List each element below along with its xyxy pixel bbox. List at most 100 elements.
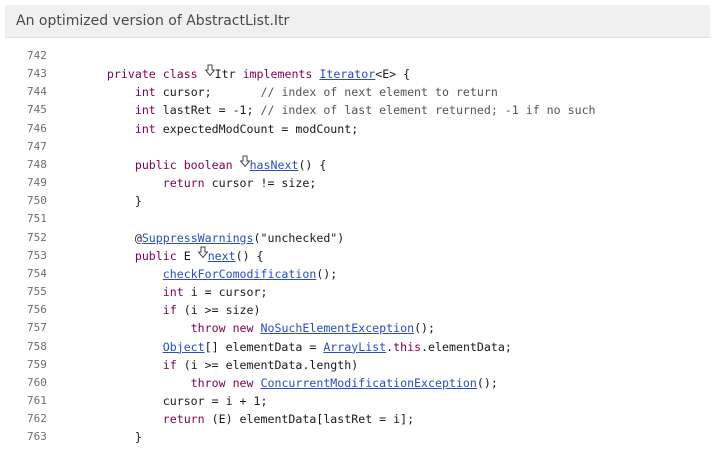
code-line: 759 if (i >= elementData.length) [5,356,710,374]
code-link[interactable]: SuppressWarnings [142,231,254,245]
code-line: 763 } [5,428,710,446]
code-text: private class Itr implements Iterator<E>… [79,64,411,83]
page-title: An optimized version of AbstractList.Itr [16,13,290,29]
line-number: 753 [27,248,47,262]
line-number: 752 [27,230,47,244]
code-line: 746 int expectedModCount = modCount; [5,120,710,138]
code-line: 756 if (i >= size) [5,301,710,319]
line-number: 751 [27,212,47,226]
code-link[interactable]: NoSuchElementException [261,321,415,335]
line-number: 762 [27,412,47,426]
keyword: public [134,248,177,263]
code-line: 753 public E next() { [5,246,710,265]
code-text: } [79,192,142,210]
line-number: 760 [27,375,47,389]
code-line: 758 Object[] elementData = ArrayList.thi… [5,338,710,356]
comment: // index of next element to return [260,85,498,100]
code-token: } [79,430,142,445]
code-line: 745 int lastRet = -1; // index of last e… [5,101,710,119]
code-link[interactable]: Object [163,340,205,354]
code-token: (i >= size) [176,303,261,318]
code-token: @ [79,230,142,245]
code-token: (); [414,321,436,336]
code-token: (i >= elementData.length) [176,357,359,372]
code-line: 751 [5,210,710,228]
code-line: 742 [5,47,710,65]
code-line: 747 [5,138,710,156]
code-token: [] elementData = [204,339,324,354]
keyword: this [393,339,422,354]
code-text: return (E) elementData[lastRet = i]; [79,410,414,428]
title-bar: An optimized version of AbstractList.Itr [5,5,710,38]
override-marker-icon[interactable] [197,246,208,261]
code-link[interactable]: Iterator [319,67,375,81]
code-link[interactable]: ConcurrentModificationException [261,376,477,390]
keyword: throw new [190,321,254,336]
keyword: int [134,121,156,136]
code-token: expectedModCount = modCount; [155,121,359,136]
keyword: private class [106,67,198,82]
line-number: 744 [27,85,47,99]
code-text: public E next() { [79,246,264,265]
code-token: i = cursor; [183,285,268,300]
code-link[interactable]: ArrayList [323,340,386,354]
code-token: (); [476,375,498,390]
line-number: 758 [27,339,47,353]
code-text: if (i >= size) [79,301,261,319]
code-line: 762 return (E) elementData[lastRet = i]; [5,410,710,428]
line-number: 763 [27,430,47,444]
line-number: 743 [27,67,47,81]
code-line: 754 checkForComodification(); [5,265,710,283]
code-text: int lastRet = -1; // index of last eleme… [79,101,596,119]
code-token: cursor = i + 1; [79,393,268,408]
override-marker-icon[interactable] [239,155,250,170]
line-number: 761 [27,393,47,407]
code-token: .elementData; [421,339,512,354]
line-number: 746 [27,121,47,135]
code-line: 749 return cursor != size; [5,174,710,192]
code-token: (E) elementData[lastRet = i]; [204,412,415,427]
line-number: 747 [27,139,47,153]
code-text: int cursor; // index of next element to … [79,83,498,101]
line-number: 759 [27,357,47,371]
code-text: Object[] elementData = ArrayList.this.el… [79,338,512,356]
code-token: <E> { [375,67,411,82]
keyword: int [134,103,156,118]
code-token: E [176,248,198,263]
code-text: @SuppressWarnings("unchecked") [79,229,344,247]
keyword: int [134,85,156,100]
code-text: if (i >= elementData.length) [79,356,358,374]
line-number: 754 [27,266,47,280]
keyword: return [162,412,205,427]
code-text: checkForComodification(); [79,265,338,283]
code-text: cursor = i + 1; [79,392,268,410]
code-link[interactable]: hasNext [250,158,299,172]
comment: // index of last element returned; -1 if… [260,103,596,118]
code-line: 761 cursor = i + 1; [5,392,710,410]
code-token: ("unchecked") [253,230,345,245]
code-token: lastRet = -1; [155,103,261,118]
override-marker-icon[interactable] [204,64,215,79]
code-link[interactable]: checkForComodification [163,267,317,281]
code-token: } [79,194,142,209]
code-line: 760 throw new ConcurrentModificationExce… [5,374,710,392]
code-text: public boolean hasNext() { [79,155,326,174]
line-number: 742 [27,49,47,62]
code-line: 748 public boolean hasNext() { [5,155,710,174]
keyword: implements [242,67,313,82]
code-link[interactable]: next [208,249,236,263]
